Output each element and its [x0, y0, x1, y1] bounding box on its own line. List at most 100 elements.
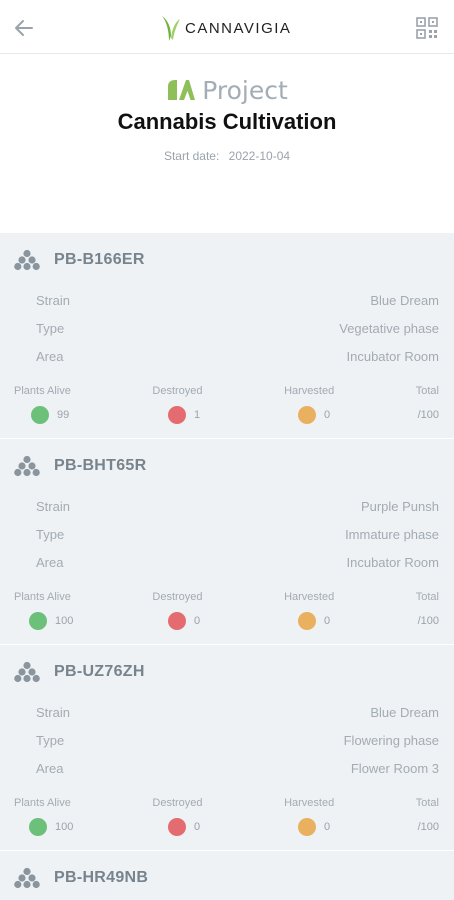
batch-card-header: PB-UZ76ZH [14, 661, 145, 683]
harvested-label: Harvested [284, 591, 335, 603]
harvested-stat: 0 [298, 612, 330, 630]
area-value: Incubator Room [346, 555, 440, 570]
type-label: Type [36, 733, 65, 748]
plants-cluster-icon [14, 249, 40, 271]
alive-count: 99 [57, 409, 70, 421]
type-row: Type Immature phase [36, 527, 439, 547]
stats-labels: Plants Alive Destroyed Harvested Total [14, 797, 439, 809]
start-date-label: Start date: [163, 149, 220, 163]
cannavigia-logo: CANNAVIGIA [160, 14, 291, 42]
destroyed-label: Destroyed [152, 385, 203, 397]
alive-status-dot [29, 612, 47, 630]
batch-card[interactable]: PB-B166ER Strain Blue Dream Type Vegetat… [0, 233, 454, 438]
leaf-logo-icon [162, 16, 180, 41]
total-label: Total [415, 385, 439, 397]
destroyed-count: 1 [194, 409, 201, 421]
destroyed-count: 0 [194, 615, 201, 627]
batch-id: PB-UZ76ZH [54, 663, 145, 680]
batch-card-header: PB-B166ER [14, 249, 145, 271]
project-label: Project [202, 75, 288, 105]
batch-card[interactable]: PB-UZ76ZH Strain Blue Dream Type Floweri… [0, 645, 454, 850]
destroyed-label: Destroyed [152, 797, 203, 809]
destroyed-stat: 1 [168, 406, 200, 424]
plants-cluster-icon [14, 867, 40, 889]
area-row: Area Incubator Room [36, 349, 439, 369]
alive-count: 100 [55, 821, 74, 833]
destroyed-stat: 0 [168, 818, 200, 836]
harvested-label: Harvested [284, 797, 335, 809]
plants-alive-label: Plants Alive [14, 797, 71, 809]
total-count: /100 [417, 615, 439, 627]
harvested-status-dot [298, 612, 316, 630]
batch-card-header: PB-HR49NB [14, 867, 148, 889]
area-row: Area Incubator Room [36, 555, 439, 575]
harvested-status-dot [298, 406, 316, 424]
type-row: Type Vegetative phase [36, 321, 439, 341]
harvested-stat: 0 [298, 406, 330, 424]
strain-row: Strain Blue Dream [36, 293, 439, 313]
alive-stat: 100 [29, 612, 73, 630]
destroyed-label: Destroyed [152, 591, 203, 603]
strain-row: Strain Blue Dream [36, 705, 439, 725]
total-count: /100 [417, 821, 439, 833]
strain-row: Strain Purple Punsh [36, 499, 439, 519]
strain-label: Strain [36, 705, 70, 720]
alive-status-dot [31, 406, 49, 424]
harvested-count: 0 [324, 615, 331, 627]
strain-value: Blue Dream [370, 705, 439, 720]
strain-value: Blue Dream [370, 293, 439, 308]
strain-label: Strain [36, 499, 70, 514]
type-label: Type [36, 321, 65, 336]
total-count: /100 [417, 409, 439, 421]
type-label: Type [36, 527, 65, 542]
plants-alive-label: Plants Alive [14, 591, 71, 603]
alive-count: 100 [55, 615, 74, 627]
batch-id: PB-BHT65R [54, 457, 147, 474]
harvested-label: Harvested [284, 385, 335, 397]
area-label: Area [36, 555, 64, 570]
project-icon [168, 80, 196, 100]
area-row: Area Flower Room 3 [36, 761, 439, 781]
start-date-value: 2022-10-04 [228, 149, 291, 163]
batch-id: PB-HR49NB [54, 869, 149, 886]
project-name: Cannabis Cultivation [117, 109, 337, 134]
plants-alive-label: Plants Alive [14, 385, 71, 397]
harvested-count: 0 [324, 821, 331, 833]
destroyed-count: 0 [194, 821, 201, 833]
area-label: Area [36, 349, 64, 364]
qr-code-icon[interactable] [416, 17, 438, 39]
top-bar: CANNAVIGIA [0, 0, 454, 54]
area-value: Flower Room 3 [350, 761, 439, 776]
strain-value: Purple Punsh [360, 499, 439, 514]
destroyed-status-dot [168, 818, 186, 836]
batch-card[interactable]: PB-HR49NB [0, 851, 454, 900]
logo-text: CANNAVIGIA [185, 19, 292, 37]
batch-card-header: PB-BHT65R [14, 455, 147, 477]
type-value: Flowering phase [343, 733, 439, 748]
area-label: Area [36, 761, 64, 776]
project-label-row: Project [0, 74, 454, 106]
project-header: Project Cannabis Cultivation Start date:… [0, 74, 454, 164]
start-date: Start date: 2022-10-04 [0, 149, 454, 163]
type-value: Vegetative phase [339, 321, 439, 336]
batch-card[interactable]: PB-BHT65R Strain Purple Punsh Type Immat… [0, 439, 454, 644]
total-label: Total [415, 591, 439, 603]
harvested-count: 0 [324, 409, 331, 421]
destroyed-status-dot [168, 612, 186, 630]
alive-stat: 100 [29, 818, 73, 836]
batch-id: PB-B166ER [54, 251, 145, 268]
stats-labels: Plants Alive Destroyed Harvested Total [14, 385, 439, 397]
alive-status-dot [29, 818, 47, 836]
total-label: Total [415, 797, 439, 809]
area-value: Incubator Room [346, 349, 440, 364]
destroyed-status-dot [168, 406, 186, 424]
plants-cluster-icon [14, 455, 40, 477]
strain-label: Strain [36, 293, 70, 308]
stats-labels: Plants Alive Destroyed Harvested Total [14, 591, 439, 603]
harvested-stat: 0 [298, 818, 330, 836]
type-value: Immature phase [345, 527, 439, 542]
back-arrow-icon[interactable] [12, 16, 36, 40]
plants-cluster-icon [14, 661, 40, 683]
alive-stat: 99 [31, 406, 69, 424]
harvested-status-dot [298, 818, 316, 836]
